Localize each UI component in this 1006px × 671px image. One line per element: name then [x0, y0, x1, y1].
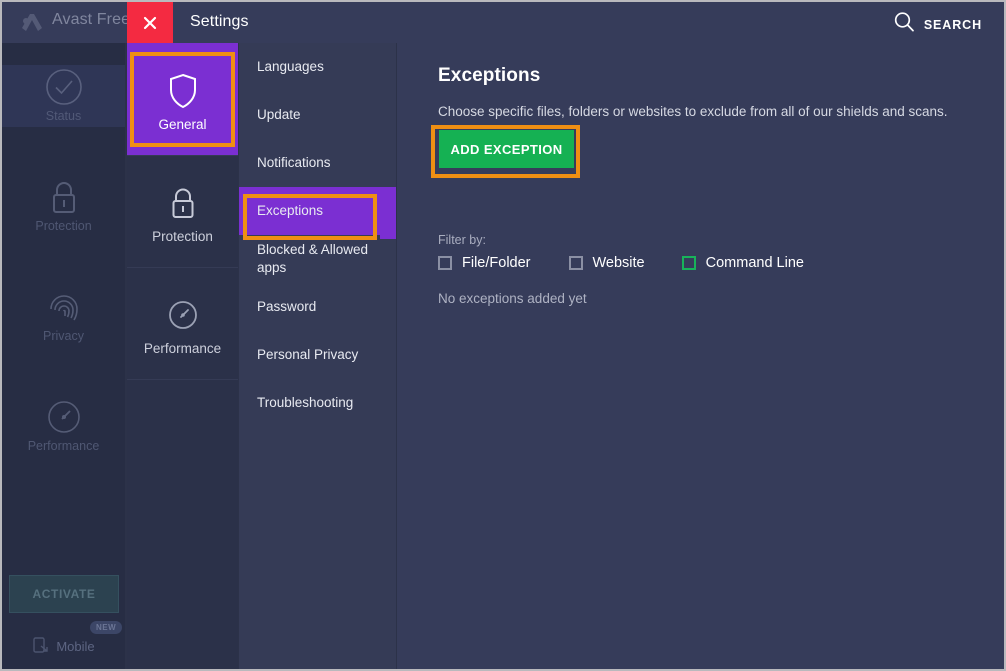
sidebar-item-mobile[interactable]: Mobile: [2, 636, 125, 657]
settings-category-column: General Protection Performance: [127, 43, 238, 669]
settings-category-general[interactable]: General: [127, 43, 238, 155]
shield-icon: [168, 67, 198, 109]
sidebar-item-label: Performance: [27, 439, 100, 453]
subnav-item-update[interactable]: Update: [239, 91, 396, 139]
filter-file-folder[interactable]: File/Folder: [438, 255, 531, 271]
dialog-titlebar: [173, 2, 1004, 43]
subnav-item-languages[interactable]: Languages: [239, 43, 396, 91]
lock-icon: [2, 175, 125, 219]
empty-state-message: No exceptions added yet: [438, 291, 587, 306]
checkbox-website[interactable]: [568, 256, 583, 270]
settings-category-label: Protection: [152, 229, 213, 245]
filter-label-command-line: Command Line: [705, 255, 804, 271]
search-button[interactable]: SEARCH: [893, 11, 982, 38]
subnav-item-label: Troubleshooting: [257, 395, 354, 410]
subnav-item-troubleshooting[interactable]: Troubleshooting: [239, 379, 396, 427]
sidebar-item-label: Privacy: [43, 329, 84, 343]
checkbox-command-line[interactable]: [681, 256, 696, 270]
subnav-item-notifications[interactable]: Notifications: [239, 139, 396, 187]
page-description: Choose specific files, folders or websit…: [438, 104, 948, 119]
settings-category-label: Performance: [143, 341, 222, 357]
filter-options-row: File/Folder Website Command Line: [438, 255, 804, 271]
settings-window-screenshot: Avast Free A Status Protection Privacy P…: [0, 0, 1006, 671]
subnav-item-exceptions[interactable]: Exceptions: [239, 187, 396, 235]
settings-category-label: General: [158, 116, 207, 132]
lock-icon: [168, 179, 198, 221]
fingerprint-icon: [2, 285, 125, 329]
subnav-item-label: Notifications: [257, 155, 331, 170]
subnav-selection-indicator: [380, 195, 396, 239]
page-title: Exceptions: [438, 65, 541, 86]
filter-website[interactable]: Website: [568, 255, 645, 271]
filter-by-label: Filter by:: [438, 233, 486, 247]
filter-command-line[interactable]: Command Line: [681, 255, 804, 271]
exceptions-content-pane: Exceptions Choose specific files, folder…: [397, 43, 1004, 669]
category-divider: [127, 379, 238, 380]
add-exception-button[interactable]: ADD EXCEPTION: [439, 130, 574, 168]
checkbox-file-folder[interactable]: [438, 256, 452, 270]
avast-logo-icon: [20, 12, 44, 34]
sidebar-item-privacy[interactable]: Privacy: [2, 285, 125, 347]
settings-category-performance[interactable]: Performance: [127, 267, 238, 379]
activate-button[interactable]: ACTIVATE: [9, 575, 119, 613]
subnav-item-label: Update: [257, 107, 301, 122]
mobile-device-icon: [32, 636, 50, 657]
subnav-item-label: Blocked & Allowed apps: [257, 242, 369, 275]
subnav-item-label: Languages: [257, 59, 324, 74]
check-circle-icon: [2, 65, 125, 109]
sidebar-item-performance[interactable]: Performance: [2, 395, 125, 457]
filter-label-file-folder: File/Folder: [462, 255, 531, 271]
search-icon: [893, 11, 915, 38]
sidebar-item-status[interactable]: Status: [2, 65, 125, 127]
subnav-item-password[interactable]: Password: [239, 283, 396, 331]
filter-label-website: Website: [592, 255, 645, 271]
sidebar-item-label: Mobile: [56, 639, 95, 654]
subnav-item-personal-privacy[interactable]: Personal Privacy: [239, 331, 396, 379]
search-button-label: SEARCH: [923, 17, 982, 32]
sidebar-item-protection[interactable]: Protection: [2, 175, 125, 237]
settings-subnav-column: Languages Update Notifications Exception…: [239, 43, 396, 669]
speedometer-icon: [2, 395, 125, 439]
subnav-item-label: Personal Privacy: [257, 347, 359, 362]
subnav-item-label: Exceptions: [257, 203, 324, 218]
subnav-item-blocked-allowed-apps[interactable]: Blocked & Allowed apps: [239, 235, 396, 283]
sidebar-item-label: Status: [45, 109, 82, 123]
close-button[interactable]: [127, 2, 173, 43]
sidebar-item-label: Protection: [35, 219, 92, 233]
speedometer-icon: [166, 291, 200, 333]
settings-category-protection[interactable]: Protection: [127, 155, 238, 267]
new-badge: NEW: [90, 621, 123, 634]
subnav-item-label: Password: [257, 299, 317, 314]
dialog-title: Settings: [190, 13, 249, 30]
close-x-icon: [142, 15, 158, 31]
